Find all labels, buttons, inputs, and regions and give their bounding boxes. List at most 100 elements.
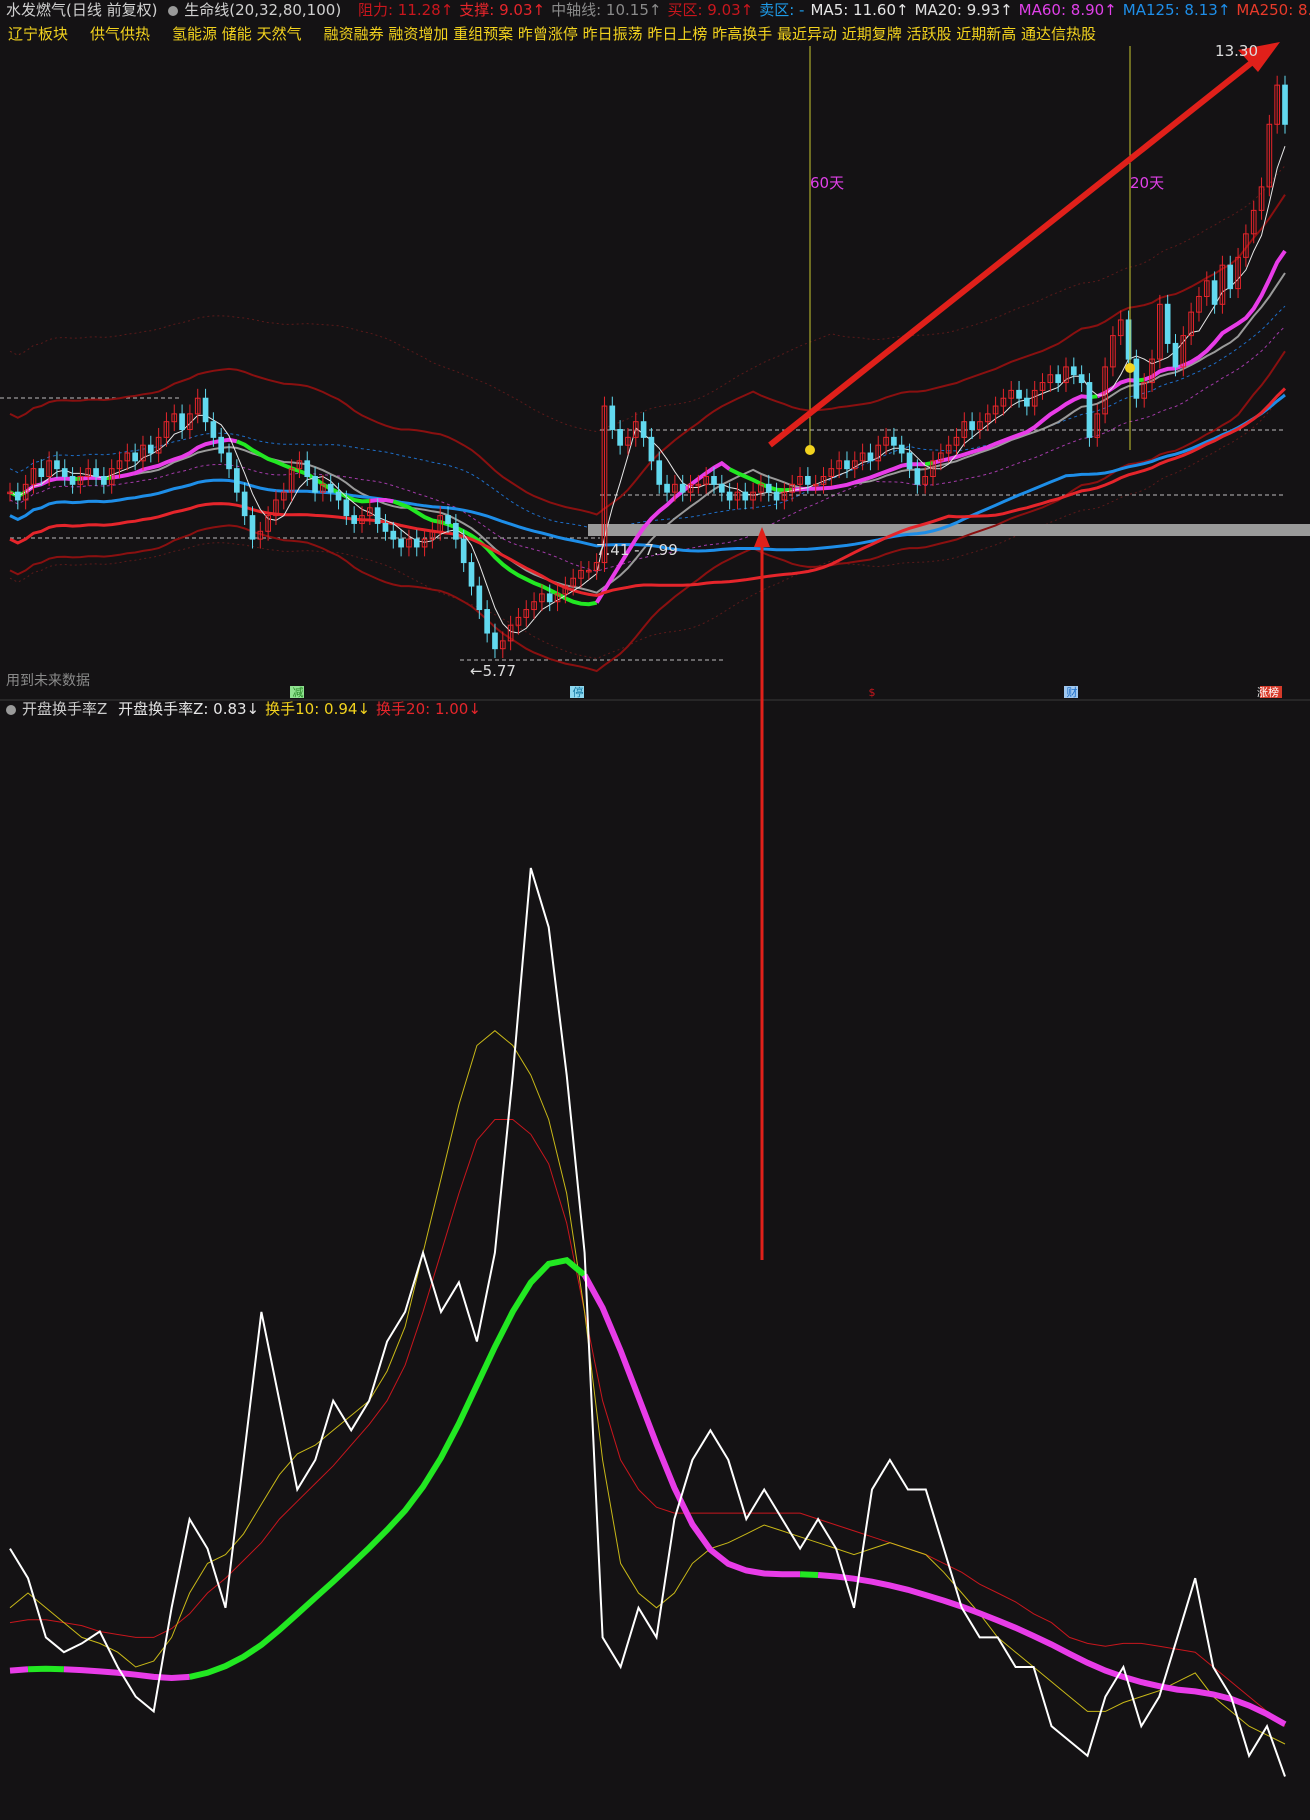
indicator-value-8: MA125: 8.13↑ [1122,1,1231,19]
turnover-value-0: 开盘换手率Z: 0.83↓ [118,700,260,718]
candle-body [969,421,975,431]
candle-body [640,421,647,438]
indicator-value-9: MA250: 8.23↑ [1236,1,1310,19]
settings-dot-icon[interactable] [6,705,16,715]
event-marker-label-1: 停 [573,685,584,699]
candle-body [656,460,663,485]
candle-body [226,452,232,470]
low-price-label: ←5.77 [470,662,516,680]
candle-body [1133,358,1140,399]
stock-name[interactable]: 水发燃气(日线 前复权) [6,1,157,19]
candle-body [476,585,483,611]
indicator-name[interactable]: 生命线(20,32,80,100) [168,1,347,19]
event-marker-label-2: $ [869,686,876,699]
candle-body [61,468,68,477]
candle-body [1024,397,1030,407]
life-line-segment-12 [924,460,934,467]
days60-label: 60天 [810,174,844,192]
candle-body [648,436,655,462]
zone-range-label: 7.41 - 7.99 [596,541,678,559]
indicator-value-3: 买区: 9.03↑ [667,1,754,19]
indicator-value-0: 阻力: 11.28↑ [357,1,454,19]
candle-body [445,515,451,524]
candle-body [304,460,311,477]
candle-body [14,491,21,501]
price-chart[interactable]: 13.30←5.777.41 - 7.9960天 20天减停 $ 财涨榜 [0,0,1310,1820]
turnover-value-1: 换手10: 0.94↓ [265,700,371,718]
candle-body [93,468,99,477]
candle-body [1055,374,1061,384]
indicator-value-5: MA5: 11.60↑ [810,1,909,19]
candle-body [202,397,209,423]
candle-body [906,452,913,470]
candle-body [867,452,874,462]
candle-body [335,491,342,501]
turnover-chart-header: 开盘换手率Z 开盘换手率Z: 0.83↓ 换手10: 0.94↓ 换手20: 1.0… [0,698,493,720]
life-line-segment-3 [80,475,105,481]
candle-body [679,483,686,493]
candle-body [1164,303,1171,344]
turnover-life-segment-0 [9,1666,29,1674]
event-marker-label-4: 涨榜 [1257,685,1279,699]
candle-body [249,515,256,540]
candle-body [891,436,897,446]
candle-body [484,609,490,634]
candle-body [546,593,553,603]
candle-body [453,522,459,540]
candle-body [327,483,334,493]
indicator-value-6: MA20: 9.93↑ [914,1,1013,19]
turnover-title[interactable]: 开盘换手率Z [22,700,107,718]
indicator-values: 阻力: 11.28↑ 支撑: 9.03↑ 中轴线: 10.15↑ 买区: 9.03↑ 卖… [358,1,1310,19]
candle-body [218,436,225,454]
candle-body [312,475,318,493]
candle-body [382,522,389,532]
candle-body [726,491,733,501]
candle-body [765,483,772,493]
candle-body [664,483,670,493]
candle-body [101,475,107,485]
candle-body [351,515,358,524]
candle-body [711,475,717,485]
candle-body [179,413,185,431]
price-chart-header: 水发燃气(日线 前复权) 生命线(20,32,80,100) 阻力: 11.28… [0,0,1310,24]
candle-body [898,444,905,454]
event-marker-label-3: 财 [1067,685,1078,699]
candle-body [1282,84,1288,125]
settings-dot-icon[interactable] [168,6,179,16]
turnover-life-segment-1 [27,1665,64,1673]
candle-body [460,538,467,564]
candle-body [1172,342,1179,368]
concept-tag-2[interactable]: 氢能源 储能 天然气 [172,25,302,43]
candle-138 [1086,373,1093,447]
period-dot-icon [805,445,815,455]
concept-tag-3[interactable]: 融资融券 融资增加 重组预案 昨曾涨停 昨日振荡 昨日上榜 昨高换手 最近异动 … [324,25,1096,43]
candle-body [1086,382,1093,438]
candle-body [914,468,921,485]
candle-body [241,491,248,517]
candle-body [413,538,420,548]
candle-body [234,468,240,493]
candle-body [374,507,381,524]
candle-body [468,562,475,587]
concept-tag-1[interactable]: 供气供热 [90,25,150,43]
chart-background [0,0,1310,1820]
indicator-value-2: 中轴线: 10.15↑ [551,1,662,19]
candle-body [343,499,350,517]
candle-body [398,538,404,548]
candle-body [54,460,60,470]
candle-body [1016,389,1022,399]
candle-body [773,491,780,501]
candle-body [69,475,76,485]
candle-body [1227,264,1234,290]
candle-body [617,429,623,446]
indicator-value-1: 支撑: 9.03↑ [459,1,546,19]
turnover-values: 开盘换手率Z: 0.83↓ 换手10: 0.94↓ 换手20: 1.00↓ [118,700,487,718]
future-data-note: 用到未来数据 [6,673,90,689]
candle-body [1211,280,1218,305]
candle-body [718,483,725,493]
candle-body [210,421,217,438]
concept-tag-0[interactable]: 辽宁板块 [8,25,68,43]
turnover-value-2: 换手20: 1.00↓ [376,700,481,718]
candle-body [492,632,498,650]
turnover-life-segment-5 [799,1571,819,1578]
